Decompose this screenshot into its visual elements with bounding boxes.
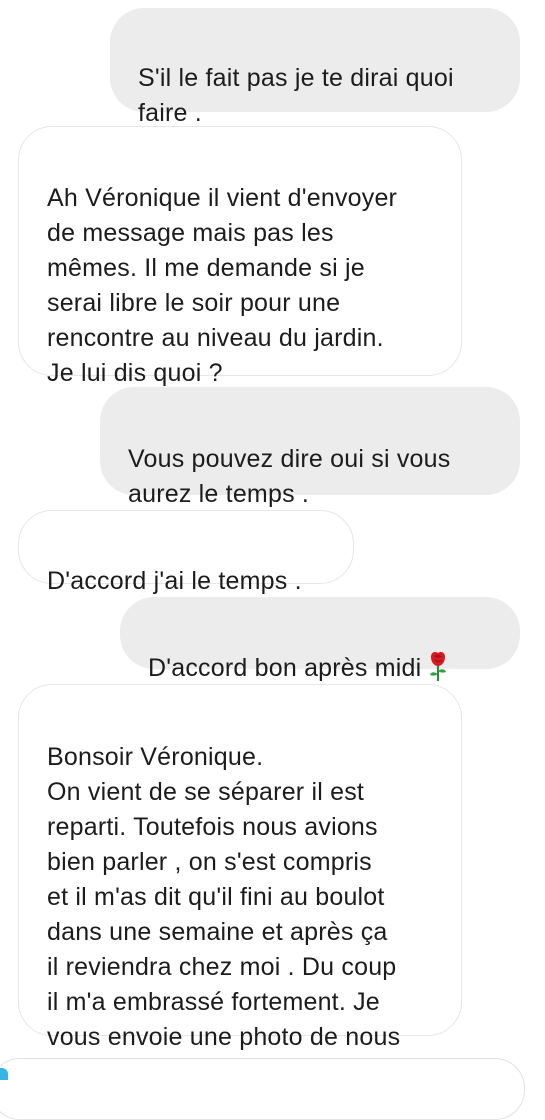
rose-emoji-icon — [427, 650, 449, 682]
accent-indicator — [0, 1068, 8, 1080]
message-text: D'accord bon après midi — [148, 654, 422, 682]
message-text: D'accord j'ai le temps . — [47, 567, 302, 595]
message-bubble-received[interactable]: Ah Véronique il vient d'envoyer de messa… — [18, 126, 462, 387]
message-text: S'il le fait pas je te dirai quoi faire … — [138, 64, 454, 127]
message-text: Ah Véronique il vient d'envoyer de messa… — [47, 184, 398, 387]
next-message-bubble-partial — [0, 1058, 525, 1120]
message-bubble-received[interactable]: D'accord j'ai le temps . — [18, 510, 354, 595]
message-bubble-sent[interactable]: S'il le fait pas je te dirai quoi faire … — [110, 8, 520, 127]
message-text: Bonsoir Véronique. On vient de se sépare… — [47, 743, 401, 1051]
message-bubble-received[interactable]: Bonsoir Véronique. On vient de se sépare… — [18, 684, 462, 1051]
message-text: Vous pouvez dire oui si vous aurez le te… — [128, 445, 451, 508]
message-bubble-sent[interactable]: Vous pouvez dire oui si vous aurez le te… — [100, 387, 520, 508]
message-bubble-sent[interactable]: D'accord bon après midi — [120, 597, 520, 682]
